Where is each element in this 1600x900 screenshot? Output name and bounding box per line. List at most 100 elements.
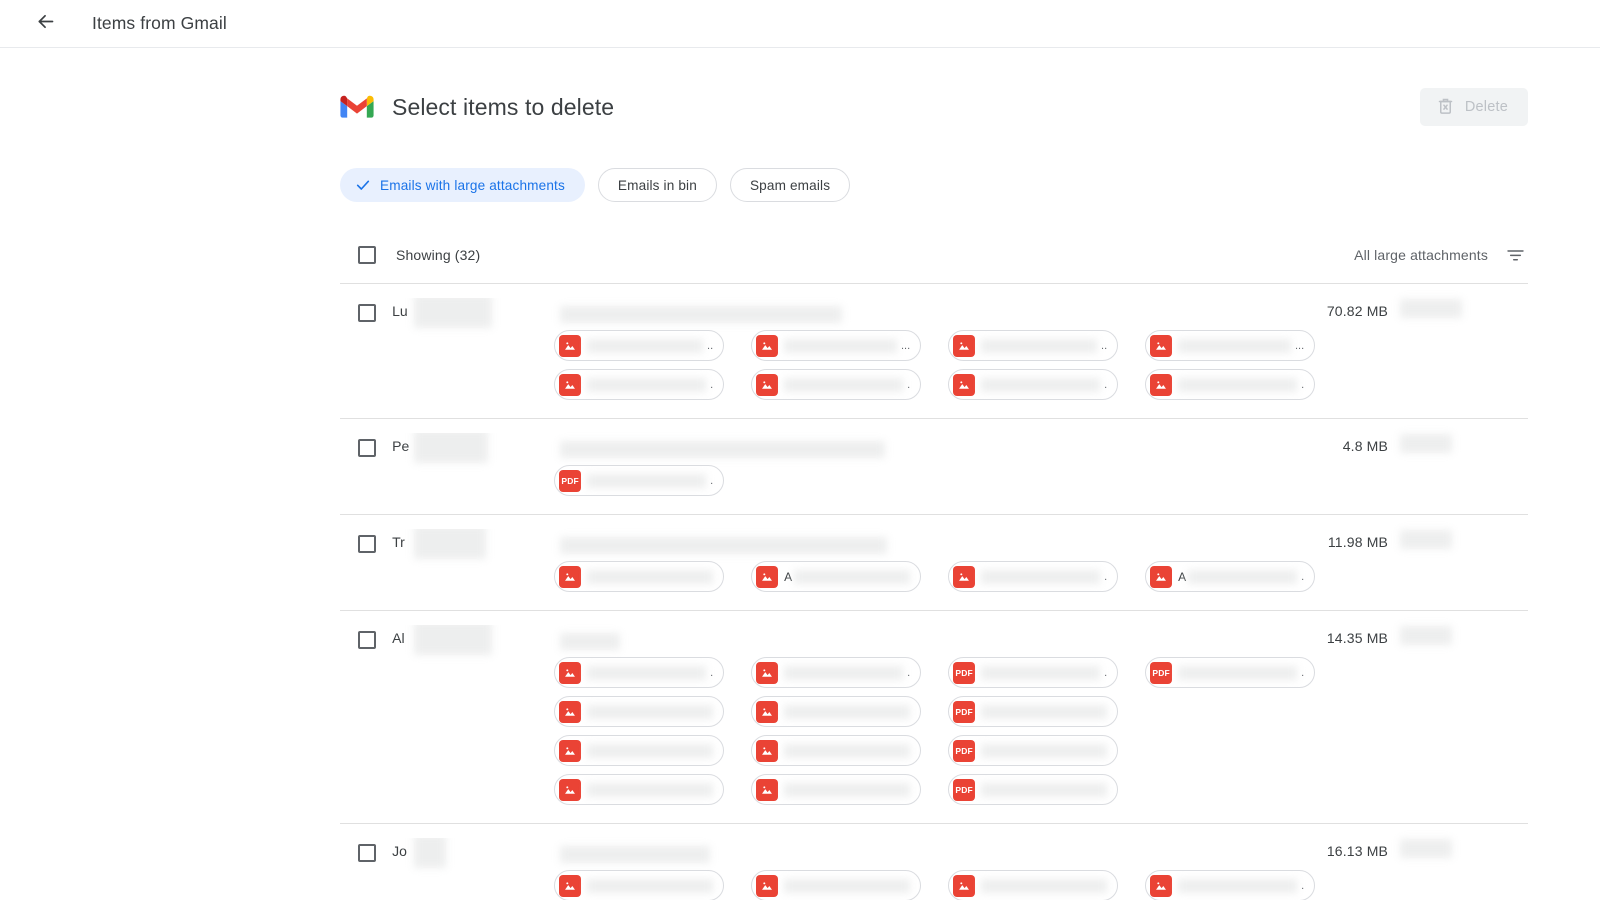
image-file-icon <box>559 778 582 801</box>
attachment-chip[interactable]: . <box>751 369 922 400</box>
sender-name: Lu <box>392 303 408 319</box>
chip-emails-in-bin[interactable]: Emails in bin <box>597 168 717 202</box>
pdf-file-icon: PDF <box>1150 661 1173 684</box>
chip-large-attachments[interactable]: Emails with large attachments <box>340 168 585 202</box>
subject-redaction <box>560 441 886 458</box>
sender-cell: Al <box>392 625 554 805</box>
date-cell <box>1388 529 1528 592</box>
attachment-name-redaction <box>587 782 714 797</box>
attachment-chip[interactable] <box>554 870 725 900</box>
pdf-file-icon: PDF <box>953 778 976 801</box>
image-file-icon <box>1150 874 1173 897</box>
attachment-name-redaction <box>981 782 1108 797</box>
attachment-chip[interactable] <box>751 696 922 727</box>
attachment-chip[interactable]: A. <box>1145 561 1316 592</box>
attachment-name-prefix: A <box>784 569 793 584</box>
attachment-chip[interactable] <box>554 561 725 592</box>
attachment-chip[interactable]: . <box>948 561 1119 592</box>
attachment-chip[interactable] <box>554 735 725 766</box>
attachment-chip[interactable]: PDF. <box>554 465 725 496</box>
attachment-chip[interactable] <box>554 696 725 727</box>
attachment-chip[interactable]: .. <box>554 330 725 361</box>
attachment-chip[interactable]: . <box>554 657 725 688</box>
attachment-slot-empty <box>1145 735 1315 766</box>
image-file-icon <box>756 565 779 588</box>
subject-redaction <box>560 633 621 650</box>
attachment-name-redaction <box>1178 878 1298 893</box>
attachment-name-suffix: . <box>710 378 714 391</box>
attachment-chip[interactable] <box>948 870 1119 900</box>
table-row[interactable]: Al.. PDF. PDF. PDF PDF PDF 14.35 MB <box>340 611 1528 824</box>
image-file-icon <box>756 700 779 723</box>
attachment-chip[interactable]: . <box>1145 369 1316 400</box>
attachment-name-redaction <box>981 878 1108 893</box>
select-all-cell <box>340 245 396 264</box>
attachment-filter-label[interactable]: All large attachments <box>1354 247 1488 263</box>
attachment-chip[interactable] <box>751 870 922 900</box>
email-body-cell: PDF. <box>554 433 1238 496</box>
chip-spam-emails[interactable]: Spam emails <box>729 168 851 202</box>
attachment-chip[interactable]: . <box>751 657 922 688</box>
date-redaction <box>1400 530 1452 549</box>
attachment-name-redaction <box>784 782 911 797</box>
row-checkbox[interactable] <box>358 304 376 322</box>
table-row[interactable]: Tr A. A. 11.98 MB <box>340 515 1528 611</box>
attachment-name-redaction <box>1178 665 1298 680</box>
table-row[interactable]: Lu.............. 70.82 MB <box>340 284 1528 419</box>
attachment-grid: A.A. <box>554 561 1316 592</box>
attachment-chip[interactable]: . <box>948 369 1119 400</box>
select-all-checkbox[interactable] <box>358 245 376 264</box>
attachment-name-redaction <box>587 743 714 758</box>
table-row[interactable]: Pe PDF. 4.8 MB <box>340 419 1528 515</box>
attachment-name-suffix: . <box>1301 879 1305 892</box>
back-button[interactable] <box>28 7 62 41</box>
attachment-name-redaction <box>587 473 707 488</box>
row-checkbox[interactable] <box>358 844 376 862</box>
row-checkbox[interactable] <box>358 631 376 649</box>
gmail-logo <box>340 94 374 120</box>
email-body-cell: . <box>554 838 1316 900</box>
sender-cell: Lu <box>392 298 554 400</box>
row-checkbox[interactable] <box>358 535 376 553</box>
attachment-chip[interactable] <box>554 774 725 805</box>
attachment-name-suffix: . <box>1301 666 1305 679</box>
attachment-slot-empty <box>1145 465 1315 496</box>
image-file-icon <box>756 874 779 897</box>
attachment-chip[interactable]: PDF <box>948 735 1119 766</box>
attachment-chip[interactable]: PDF <box>948 774 1119 805</box>
attachment-chip[interactable] <box>751 774 922 805</box>
pdf-file-icon: PDF <box>953 661 976 684</box>
attachment-grid: .............. <box>554 330 1316 400</box>
attachment-chip[interactable]: .. <box>948 330 1119 361</box>
attachment-name-suffix: . <box>1301 570 1305 583</box>
attachment-chip[interactable]: ... <box>1145 330 1316 361</box>
attachment-chip[interactable]: PDF. <box>1145 657 1316 688</box>
attachment-chip[interactable]: A <box>751 561 922 592</box>
image-file-icon <box>953 874 976 897</box>
attachment-name-redaction <box>981 377 1101 392</box>
attachment-name-redaction <box>784 377 904 392</box>
attachment-name-redaction <box>981 338 1098 353</box>
list-header: Showing (32) All large attachments <box>340 226 1528 284</box>
showing-count: Showing (32) <box>396 246 481 263</box>
sender-name: Jo <box>392 843 407 859</box>
filter-chip-row: Emails with large attachments Emails in … <box>340 168 1528 206</box>
attachment-chip[interactable]: PDF <box>948 696 1119 727</box>
sender-redaction <box>414 838 447 868</box>
attachment-chip[interactable]: ... <box>751 330 922 361</box>
pdf-file-icon: PDF <box>953 739 976 762</box>
filter-list-icon[interactable] <box>1505 244 1526 265</box>
attachment-chip[interactable]: . <box>554 369 725 400</box>
image-file-icon <box>559 661 582 684</box>
sender-cell: Pe <box>392 433 554 496</box>
sender-cell: Tr <box>392 529 554 592</box>
attachment-chip[interactable]: PDF. <box>948 657 1119 688</box>
attachment-name-suffix: .. <box>707 339 714 352</box>
attachment-name-prefix: A <box>1178 569 1187 584</box>
attachment-chip[interactable]: . <box>1145 870 1316 900</box>
table-row[interactable]: Jo. 16.13 MB <box>340 824 1528 900</box>
attachment-name-redaction <box>784 704 911 719</box>
attachment-chip[interactable] <box>751 735 922 766</box>
row-checkbox[interactable] <box>358 439 376 457</box>
delete-button[interactable]: Delete <box>1419 88 1528 126</box>
